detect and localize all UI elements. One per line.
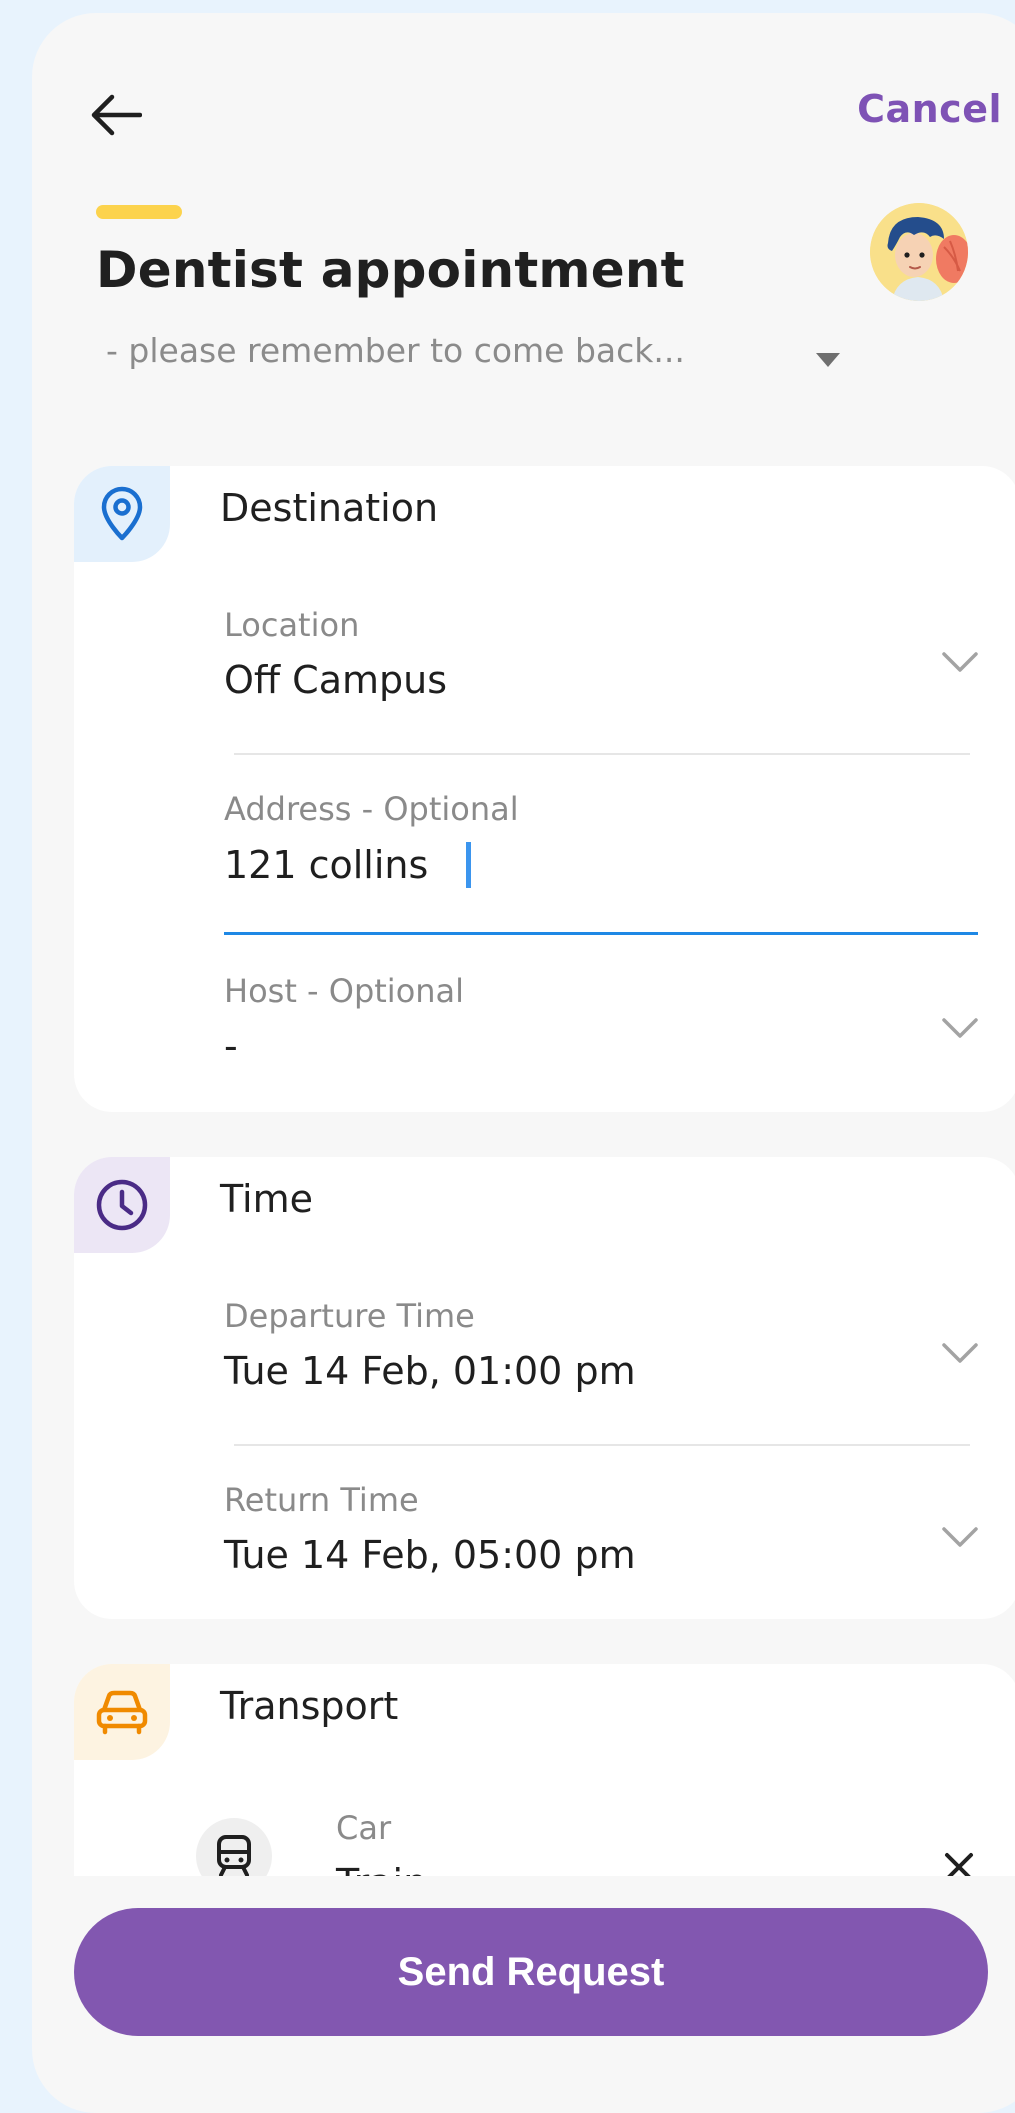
page-title: Dentist appointment (96, 241, 685, 299)
arrow-left-icon (91, 94, 142, 136)
address-field[interactable]: Address - Optional 121 collins (224, 790, 978, 935)
departure-label: Departure Time (224, 1297, 475, 1335)
destination-title: Destination (220, 486, 439, 530)
chevron-down-icon (942, 1018, 978, 1038)
divider (234, 1444, 970, 1446)
send-request-button[interactable]: Send Request (74, 1908, 988, 2036)
avatar-illustration (870, 203, 968, 301)
divider (234, 753, 970, 755)
chevron-down-icon (942, 1343, 978, 1363)
address-input[interactable]: 121 collins (224, 843, 428, 887)
location-select[interactable]: Location Off Campus (224, 606, 978, 716)
departure-value: Tue 14 Feb, 01:00 pm (224, 1349, 636, 1393)
address-input-row: 121 collins (224, 842, 978, 888)
car-icon (96, 1690, 148, 1735)
caret-down-icon[interactable] (816, 353, 840, 367)
destination-icon-tile (74, 466, 170, 562)
location-value: Off Campus (224, 658, 448, 702)
back-button[interactable] (76, 75, 156, 155)
note-preview[interactable]: - please remember to come back... (106, 331, 685, 370)
location-label: Location (224, 606, 360, 644)
title-accent-bar (96, 205, 182, 219)
transport-option-label: Car (336, 1809, 392, 1847)
return-label: Return Time (224, 1481, 419, 1519)
departure-time-select[interactable]: Departure Time Tue 14 Feb, 01:00 pm (224, 1297, 978, 1407)
time-title: Time (220, 1177, 313, 1221)
chevron-down-icon (942, 652, 978, 672)
transport-icon-tile (74, 1664, 170, 1760)
address-label: Address - Optional (224, 790, 519, 828)
map-pin-icon (101, 486, 143, 541)
transport-option[interactable]: Car Train (336, 1809, 427, 1876)
train-icon-badge (196, 1818, 272, 1876)
close-icon[interactable] (944, 1852, 974, 1876)
avatar[interactable] (870, 203, 968, 301)
transport-option-value: Train (336, 1861, 427, 1876)
chevron-down-icon (942, 1527, 978, 1547)
text-cursor (466, 842, 472, 888)
transport-title: Transport (220, 1684, 399, 1728)
cancel-button[interactable]: Cancel (857, 87, 1002, 131)
destination-card: Destination Location Off Campus Address … (74, 466, 1015, 1112)
screen: Cancel Dentist appointment - please reme… (32, 13, 1015, 2113)
host-select[interactable]: Host - Optional - (224, 972, 978, 1082)
address-underline (224, 932, 978, 935)
train-icon (217, 1835, 251, 1876)
host-value: - (224, 1024, 238, 1068)
return-value: Tue 14 Feb, 05:00 pm (224, 1533, 636, 1577)
time-card: Time Departure Time Tue 14 Feb, 01:00 pm… (74, 1157, 1015, 1619)
host-label: Host - Optional (224, 972, 465, 1010)
time-icon-tile (74, 1157, 170, 1253)
clock-icon (96, 1179, 148, 1231)
transport-card: Transport Car Train (74, 1664, 1015, 1876)
return-time-select[interactable]: Return Time Tue 14 Feb, 05:00 pm (224, 1481, 978, 1591)
